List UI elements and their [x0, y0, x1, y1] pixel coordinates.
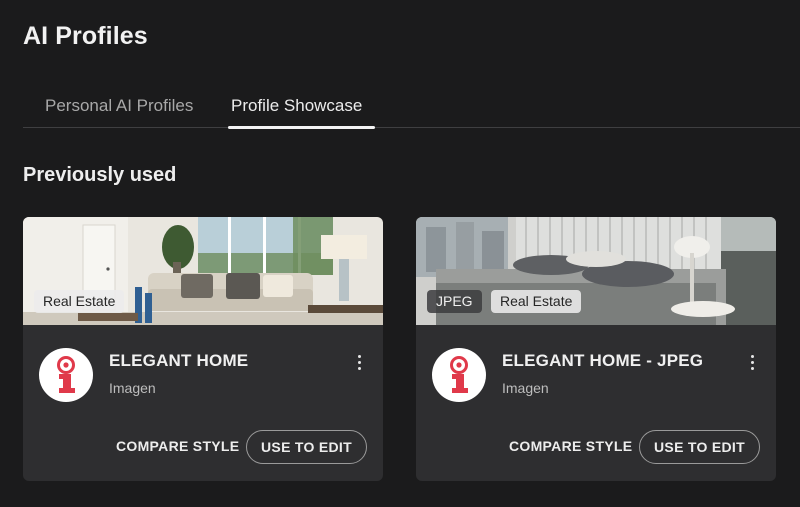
imagen-logo-icon	[57, 356, 75, 393]
profile-provider: Imagen	[109, 380, 156, 396]
tag-real-estate: Real Estate	[34, 290, 125, 313]
tab-bar: Personal AI Profiles Profile Showcase	[0, 86, 800, 129]
compare-style-button[interactable]: COMPARE STYLE	[116, 438, 239, 458]
profile-thumbnail-living-room[interactable]: Real Estate	[23, 217, 383, 325]
compare-style-button[interactable]: COMPARE STYLE	[509, 438, 632, 458]
profile-card-elegant-home[interactable]: Real Estate ELEGANT HOME Imagen COMPARE …	[23, 217, 383, 481]
use-to-edit-button[interactable]: USE TO EDIT	[246, 430, 367, 464]
tab-personal-ai-profiles[interactable]: Personal AI Profiles	[45, 96, 193, 128]
tab-profile-showcase[interactable]: Profile Showcase	[231, 96, 362, 128]
profile-thumbnail-bedroom[interactable]: JPEG Real Estate	[416, 217, 776, 325]
profile-name: ELEGANT HOME	[109, 351, 249, 370]
use-to-edit-button[interactable]: USE TO EDIT	[639, 430, 760, 464]
profile-name: ELEGANT HOME - JPEG	[502, 351, 704, 370]
tag-jpeg: JPEG	[427, 290, 482, 313]
avatar	[432, 348, 486, 402]
imagen-logo-icon	[450, 356, 468, 393]
tag-real-estate: Real Estate	[491, 290, 582, 313]
section-title-previously-used: Previously used	[23, 164, 177, 186]
more-options-icon[interactable]	[351, 351, 367, 373]
more-options-icon[interactable]	[744, 351, 760, 373]
avatar	[39, 348, 93, 402]
profile-provider: Imagen	[502, 380, 549, 396]
profile-card-elegant-home-jpeg[interactable]: JPEG Real Estate ELEGANT HOME - JPEG Ima…	[416, 217, 776, 481]
ai-profiles-page: AI Profiles Personal AI Profiles Profile…	[0, 0, 800, 507]
page-title: AI Profiles	[23, 22, 148, 50]
active-tab-indicator	[228, 126, 375, 129]
